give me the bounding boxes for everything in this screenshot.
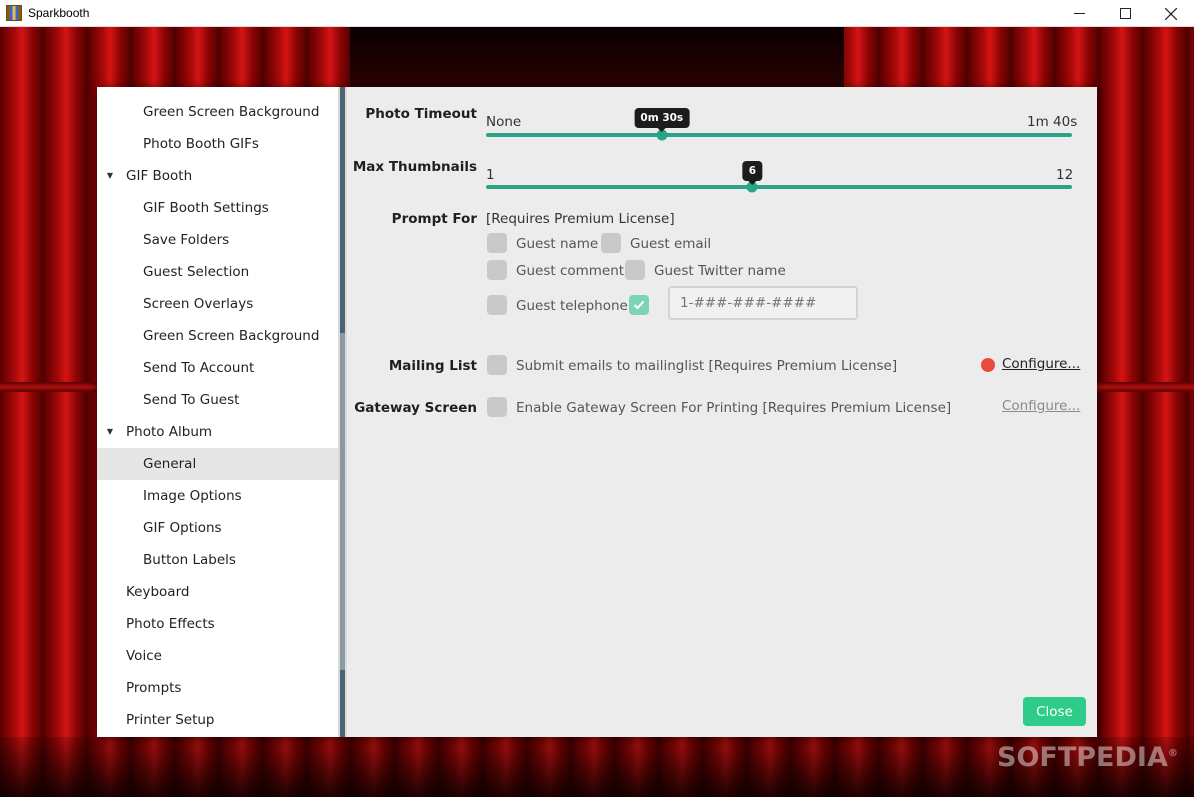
app-icon xyxy=(6,5,22,21)
curtain-tie-left xyxy=(0,382,100,392)
sidebar-item-send-to-guest[interactable]: Send To Guest xyxy=(97,384,338,416)
mailing-list-text[interactable]: Submit emails to mailinglist [Requires P… xyxy=(516,358,897,374)
guest-name-label[interactable]: Guest name xyxy=(516,236,598,252)
sidebar-item-image-options[interactable]: Image Options xyxy=(97,480,338,512)
sidebar-item-label: GIF Options xyxy=(143,520,222,536)
photo-timeout-slider-track[interactable] xyxy=(486,133,1072,137)
sidebar-item-label: Send To Guest xyxy=(143,392,240,408)
window-close-button[interactable] xyxy=(1148,0,1194,27)
settings-sidebar: Green Screen Background Photo Booth GIFs… xyxy=(97,87,338,737)
sidebar-item-label: Guest Selection xyxy=(143,264,250,280)
close-button[interactable]: Close xyxy=(1023,697,1086,726)
checkmark-icon xyxy=(633,300,645,310)
sidebar-item-label: Photo Effects xyxy=(126,616,215,632)
sidebar-item-send-to-account[interactable]: Send To Account xyxy=(97,352,338,384)
guest-comment-label[interactable]: Guest comment xyxy=(516,263,624,279)
close-icon xyxy=(1165,7,1177,20)
prompt-for-label: Prompt For xyxy=(391,211,477,227)
guest-name-checkbox[interactable] xyxy=(487,233,507,253)
caret-down-icon[interactable]: ▼ xyxy=(105,416,115,448)
sidebar-item-label: Button Labels xyxy=(143,552,236,568)
max-thumbnails-value-tooltip: 6 xyxy=(742,161,763,185)
maximize-icon xyxy=(1119,8,1131,19)
gateway-screen-text[interactable]: Enable Gateway Screen For Printing [Requ… xyxy=(516,400,951,416)
sidebar-item-printer-setup[interactable]: Printer Setup xyxy=(97,704,338,736)
sidebar-item-label: Prompts xyxy=(126,680,182,696)
sidebar-item-label: GIF Booth Settings xyxy=(143,200,269,216)
guest-comment-checkbox[interactable] xyxy=(487,260,507,280)
sidebar-item-gif-booth[interactable]: ▼ GIF Booth xyxy=(97,160,338,192)
guest-email-label[interactable]: Guest email xyxy=(630,236,711,252)
photo-timeout-value-tooltip: 0m 30s xyxy=(634,108,690,132)
sidebar-item-label: Green Screen Background xyxy=(143,328,320,344)
sidebar-item-green-screen-background[interactable]: Green Screen Background xyxy=(97,320,338,352)
caret-down-icon[interactable]: ▼ xyxy=(105,160,115,192)
guest-telephone-label[interactable]: Guest telephone xyxy=(516,298,628,314)
sidebar-item-gif-options[interactable]: GIF Options xyxy=(97,512,338,544)
gateway-screen-configure-link[interactable]: Configure... xyxy=(1002,398,1080,414)
max-thumbnails-label: Max Thumbnails xyxy=(352,159,477,175)
sidebar-item-label: Photo Album xyxy=(126,424,213,440)
sidebar-item-label: Image Options xyxy=(143,488,242,504)
mailing-list-configure-link[interactable]: Configure... xyxy=(1002,356,1080,372)
sidebar-tree: Green Screen Background Photo Booth GIFs… xyxy=(97,96,338,736)
curtain-tie-right xyxy=(1094,382,1194,392)
sidebar-item-save-folders[interactable]: Save Folders xyxy=(97,224,338,256)
window-controls xyxy=(1056,0,1194,27)
sidebar-item-keyboard[interactable]: Keyboard xyxy=(97,576,338,608)
sidebar-item-label: Save Folders xyxy=(143,232,230,248)
sidebar-item-photo-booth-gifs[interactable]: Photo Booth GIFs xyxy=(97,128,338,160)
mailing-list-status-dot xyxy=(981,358,995,372)
sidebar-item-label: Send To Account xyxy=(143,360,255,376)
guest-email-checkbox[interactable] xyxy=(601,233,621,253)
gateway-screen-checkbox[interactable] xyxy=(487,397,507,417)
mailing-list-label: Mailing List xyxy=(388,358,477,374)
gateway-screen-label: Gateway Screen xyxy=(354,400,477,416)
photo-timeout-min-label: None xyxy=(486,114,522,130)
sidebar-scrollbar-highlight[interactable] xyxy=(340,333,345,670)
sidebar-item-label: GIF Booth xyxy=(126,168,193,184)
sidebar-item-label: Screen Overlays xyxy=(143,296,254,312)
mailing-list-checkbox[interactable] xyxy=(487,355,507,375)
sidebar-item-photo-effects[interactable]: Photo Effects xyxy=(97,608,338,640)
minimize-button[interactable] xyxy=(1056,0,1102,27)
photo-timeout-max-label: 1m 40s xyxy=(1027,114,1078,130)
maximize-button[interactable] xyxy=(1102,0,1148,27)
photo-timeout-label: Photo Timeout xyxy=(365,106,477,122)
sidebar-item-label: Photo Booth GIFs xyxy=(143,136,259,152)
sidebar-item-guest-selection[interactable]: Guest Selection xyxy=(97,256,338,288)
telephone-format-checkbox[interactable] xyxy=(629,295,649,315)
watermark-mark: ® xyxy=(1167,748,1178,759)
minimize-icon xyxy=(1073,13,1085,14)
settings-content: Photo Timeout None 1m 40s 0m 30s Max Thu… xyxy=(347,87,1097,737)
guest-twitter-label[interactable]: Guest Twitter name xyxy=(654,263,786,279)
title-bar: Sparkbooth xyxy=(0,0,1194,27)
max-thumbnails-slider-track[interactable] xyxy=(486,185,1072,189)
max-thumbnails-max-label: 12 xyxy=(1056,167,1074,183)
softpedia-watermark: SOFTPEDIA® xyxy=(997,742,1178,773)
sidebar-item-photo-album[interactable]: ▼ Photo Album xyxy=(97,416,338,448)
sidebar-item-label: Green Screen Background xyxy=(143,104,320,120)
settings-dialog: Green Screen Background Photo Booth GIFs… xyxy=(97,87,1097,737)
sidebar-item-prompts[interactable]: Prompts xyxy=(97,672,338,704)
guest-telephone-checkbox[interactable] xyxy=(487,295,507,315)
watermark-text: SOFTPEDIA xyxy=(997,742,1168,773)
guest-twitter-checkbox[interactable] xyxy=(625,260,645,280)
window-title: Sparkbooth xyxy=(28,6,90,20)
telephone-format-input[interactable] xyxy=(668,286,858,320)
sidebar-item-label: General xyxy=(143,456,197,472)
sidebar-item-gif-booth-settings[interactable]: GIF Booth Settings xyxy=(97,192,338,224)
sidebar-item-button-labels[interactable]: Button Labels xyxy=(97,544,338,576)
prompt-for-license-note: [Requires Premium License] xyxy=(486,211,675,227)
max-thumbnails-min-label: 1 xyxy=(486,167,495,183)
sidebar-item-label: Printer Setup xyxy=(126,712,215,728)
sidebar-item-label: Keyboard xyxy=(126,584,190,600)
sidebar-item-label: Voice xyxy=(126,648,162,664)
sidebar-item-general[interactable]: General xyxy=(97,448,338,480)
sidebar-item-screen-overlays[interactable]: Screen Overlays xyxy=(97,288,338,320)
sidebar-item-voice[interactable]: Voice xyxy=(97,640,338,672)
sidebar-item-green-screen-background-gifs[interactable]: Green Screen Background xyxy=(97,96,338,128)
